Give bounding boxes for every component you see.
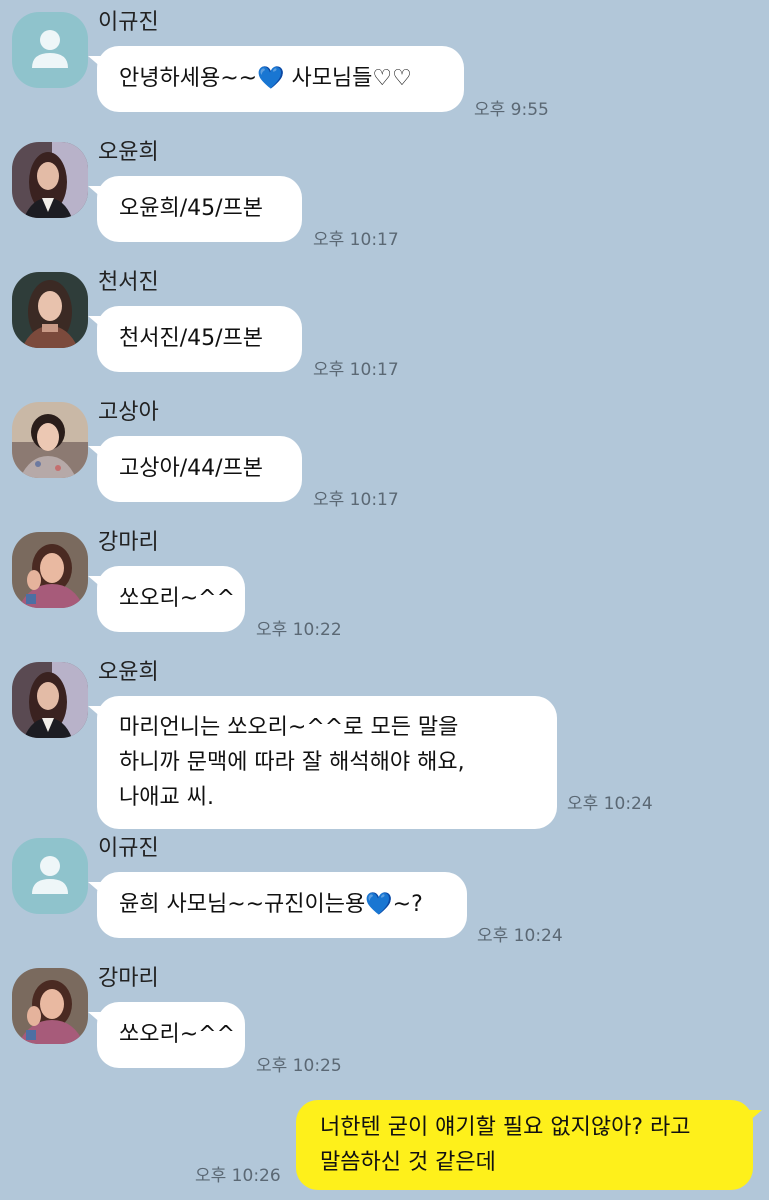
profile-photo-image — [12, 272, 88, 348]
message-time: 오후 10:17 — [313, 230, 399, 250]
message-text: 안녕하세용~~💙 사모님들♡♡ — [119, 66, 412, 91]
profile-photo-avatar[interactable] — [12, 968, 88, 1044]
sender-name: 강마리 — [98, 530, 159, 555]
message-text-line: 너한텐 굳이 얘기할 필요 없지않아? 라고 — [320, 1115, 691, 1140]
message-text: 고상아/44/프본 — [119, 456, 264, 481]
message-time: 오후 10:24 — [567, 794, 653, 814]
message-text-line: 말씀하신 것 같은데 — [320, 1150, 496, 1175]
message-bubble[interactable]: 고상아/44/프본 — [88, 436, 302, 502]
my-message-time: 오후 10:26 — [195, 1166, 281, 1186]
message-text: 오윤희/45/프본 — [119, 196, 264, 221]
profile-photo-image — [12, 968, 88, 1044]
person-silhouette-icon — [32, 30, 68, 68]
message-bubble[interactable]: 쏘오리~^^ — [88, 1002, 245, 1068]
message-bubble[interactable]: 안녕하세용~~💙 사모님들♡♡ — [88, 46, 464, 112]
profile-photo-avatar[interactable] — [12, 532, 88, 608]
sender-name: 이규진 — [98, 836, 159, 861]
person-silhouette-icon — [32, 856, 68, 894]
profile-photo-avatar[interactable] — [12, 662, 88, 738]
message-time: 오후 10:17 — [313, 490, 399, 510]
message-text-line: 나애교 씨. — [119, 785, 214, 810]
sender-name: 천서진 — [98, 270, 159, 295]
profile-photo-avatar[interactable] — [12, 142, 88, 218]
default-profile-avatar[interactable] — [12, 12, 88, 88]
profile-photo-image — [12, 142, 88, 218]
profile-photo-avatar[interactable] — [12, 272, 88, 348]
message-text-line: 마리언니는 쏘오리~^^로 모든 말을 — [119, 715, 459, 740]
sender-name: 이규진 — [98, 10, 159, 35]
sender-name: 오윤희 — [98, 660, 159, 685]
sender-name: 오윤희 — [98, 140, 159, 165]
message-time: 오후 10:25 — [256, 1056, 342, 1076]
message-bubble[interactable]: 오윤희/45/프본 — [88, 176, 302, 242]
message-bubble[interactable]: 윤희 사모님~~규진이는용💙~? — [88, 872, 467, 938]
profile-photo-image — [12, 532, 88, 608]
profile-photo-image — [12, 662, 88, 738]
message-text: 쏘오리~^^ — [119, 586, 236, 611]
message-time: 오후 10:17 — [313, 360, 399, 380]
message-time: 오후 10:24 — [477, 926, 563, 946]
default-profile-avatar[interactable] — [12, 838, 88, 914]
message-bubble[interactable]: 마리언니는 쏘오리~^^로 모든 말을 하니까 문맥에 따라 잘 해석해야 해요… — [88, 696, 557, 829]
message-text-line: 하니까 문맥에 따라 잘 해석해야 해요, — [119, 750, 465, 775]
message-bubble[interactable]: 쏘오리~^^ — [88, 566, 245, 632]
message-bubble[interactable]: 천서진/45/프본 — [88, 306, 302, 372]
profile-photo-image — [12, 402, 88, 478]
my-message-bubble[interactable]: 너한텐 굳이 얘기할 필요 없지않아? 라고 말씀하신 것 같은데 — [296, 1100, 762, 1190]
sender-name: 강마리 — [98, 966, 159, 991]
message-text: 천서진/45/프본 — [119, 326, 264, 351]
message-text: 윤희 사모님~~규진이는용💙~? — [119, 892, 423, 917]
profile-photo-avatar[interactable] — [12, 402, 88, 478]
message-text: 쏘오리~^^ — [119, 1022, 236, 1047]
sender-name: 고상아 — [98, 400, 159, 425]
message-time: 오후 10:22 — [256, 620, 342, 640]
message-time: 오후 9:55 — [474, 100, 549, 120]
